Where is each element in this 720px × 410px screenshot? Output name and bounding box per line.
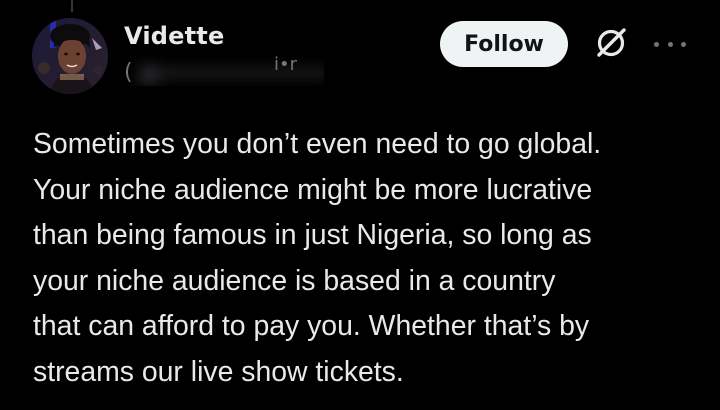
more-dot — [667, 41, 673, 47]
grok-icon[interactable] — [594, 26, 628, 60]
more-dot — [654, 41, 659, 47]
grok-icon-glyph — [597, 28, 626, 57]
author-display-name[interactable]: Vidette — [124, 22, 224, 50]
tweet-body: Sometimes you don’t even need to go glob… — [33, 122, 703, 396]
tweet-line: Sometimes you don’t even need to go glob… — [33, 128, 602, 160]
author-handle[interactable]: ( i•r @••••••••••••• — [124, 56, 324, 86]
avatar[interactable] — [32, 18, 108, 94]
tweet-line: than being famous in just Nigeria, so lo… — [33, 219, 592, 252]
more-dot — [681, 41, 686, 47]
handle-fragment-left: ( — [124, 60, 133, 85]
avatar-photo — [32, 18, 108, 94]
more-options-icon[interactable] — [654, 40, 686, 48]
tweet-line: your niche audience is based in a countr… — [33, 264, 556, 297]
follow-button[interactable]: Follow — [440, 21, 568, 67]
handle-redacted-text: @••••••••••••• — [138, 62, 324, 86]
tweet-line: streams our live show tickets. — [33, 355, 404, 388]
tweet-line: Your niche audience might be more lucrat… — [33, 173, 593, 206]
tweet-line: that can afford to pay you. Whether that… — [33, 310, 590, 343]
thread-connector-line — [71, 0, 73, 12]
